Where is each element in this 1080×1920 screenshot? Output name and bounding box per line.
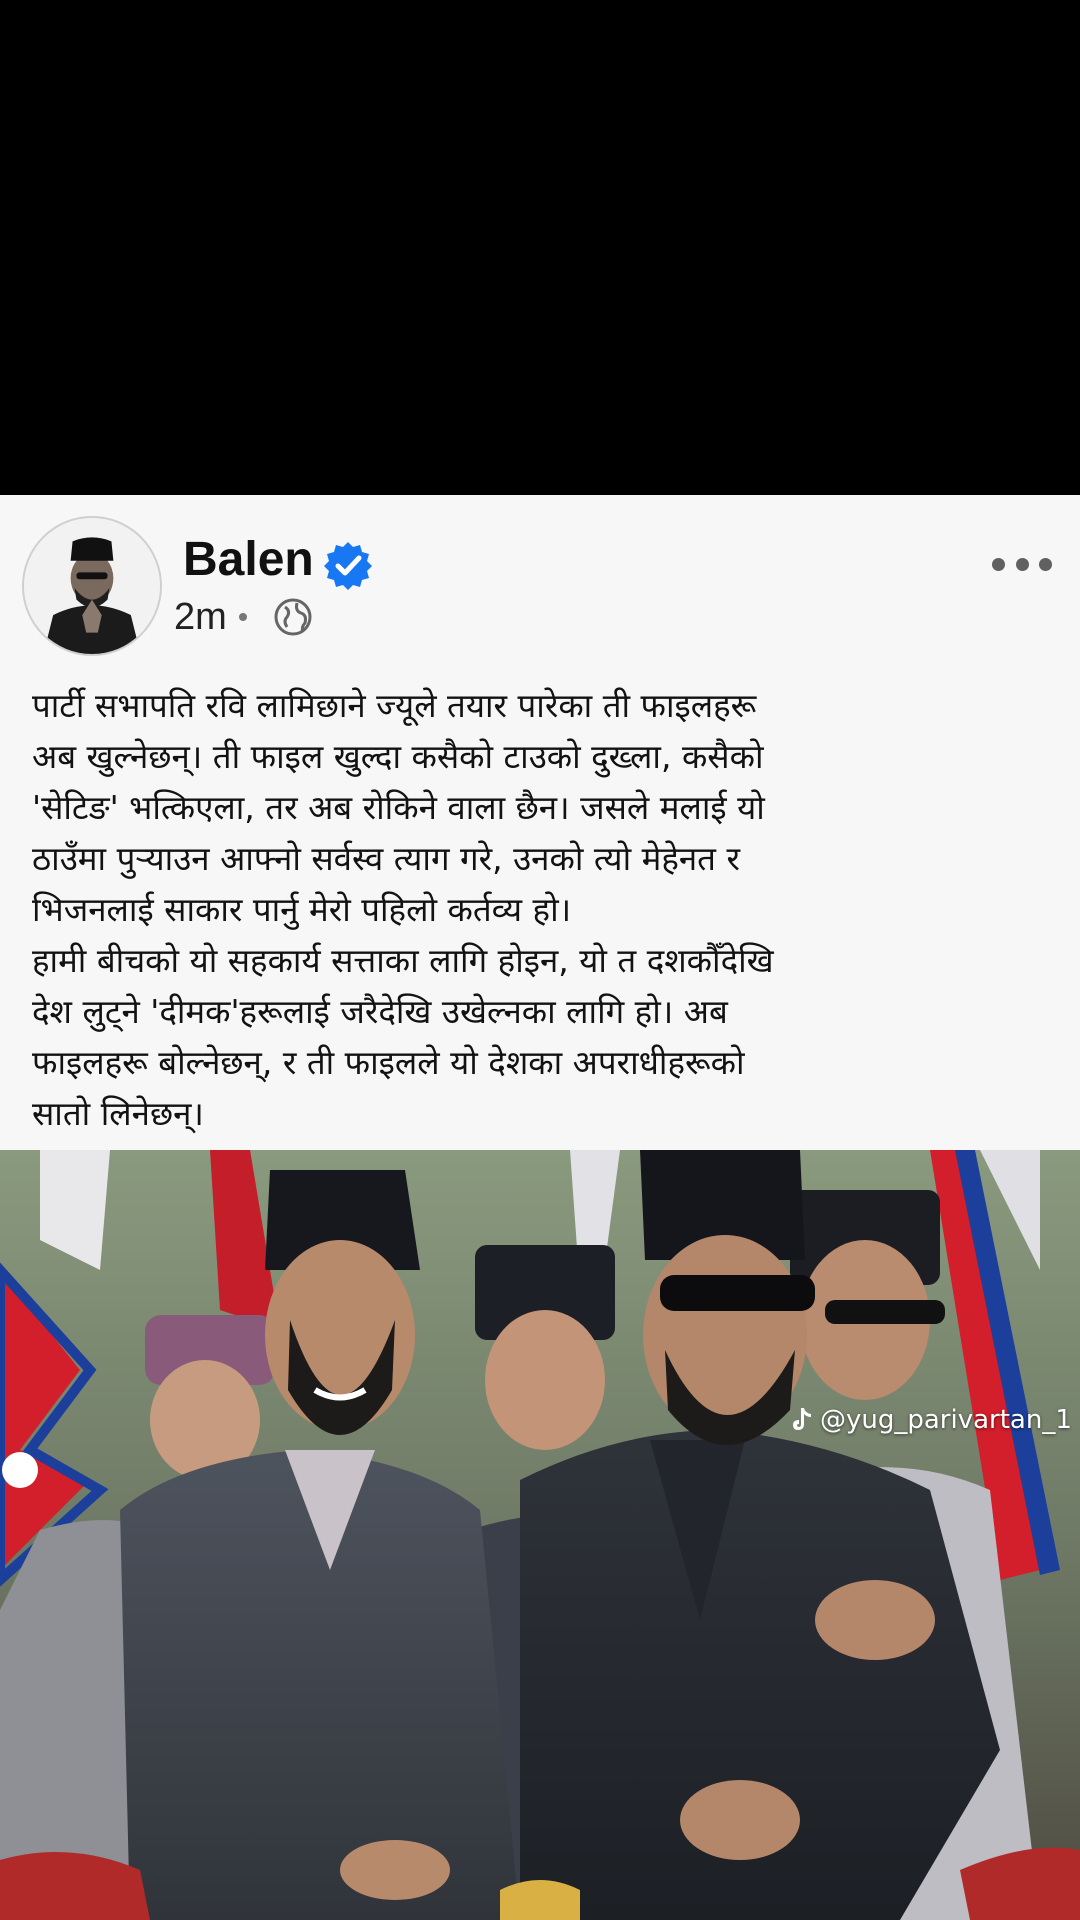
watermark-text: @yug_parivartan_1 [820, 1405, 1072, 1435]
author-name[interactable]: Balen [183, 530, 314, 590]
more-options-button[interactable] [992, 548, 1052, 580]
verified-badge-icon [323, 540, 373, 590]
black-area [0, 0, 1080, 495]
separator-dot [238, 613, 247, 621]
tiktok-icon [793, 1408, 811, 1430]
globe-icon[interactable] [273, 597, 313, 637]
post-photo[interactable] [0, 1150, 1080, 1920]
photo-image [0, 1150, 1080, 1920]
post-timestamp[interactable]: 2m [174, 592, 227, 642]
photo-watermark: @yug_parivartan_1 [790, 1405, 1072, 1435]
screen: Balen 2m पार्टी सभापति रवि लामिछाने ज्यू… [0, 0, 1080, 1920]
post-text: पार्टी सभापति रवि लामिछाने ज्यूले तयार प… [32, 686, 774, 1133]
author-avatar[interactable] [22, 516, 162, 656]
more-horizontal-icon [992, 557, 1005, 571]
avatar-image [24, 518, 160, 654]
post-meta: 2m [174, 592, 313, 642]
